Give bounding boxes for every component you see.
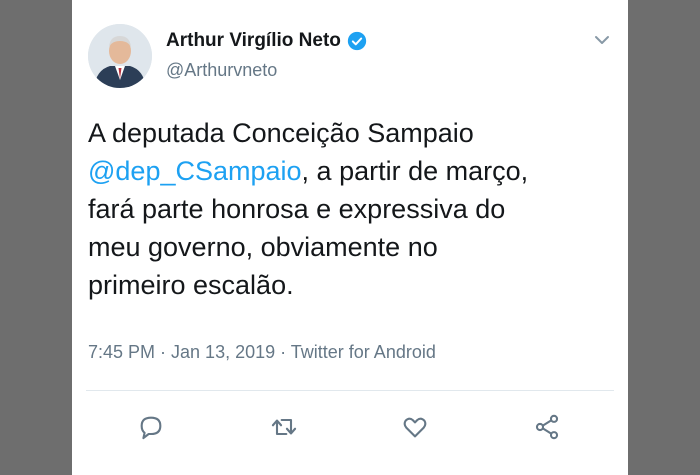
- tweet-line: meu governo, obviamente no: [88, 228, 618, 266]
- tweet-meta: 7:45 PM · Jan 13, 2019 · Twitter for And…: [88, 342, 436, 362]
- mention-link[interactable]: @dep_CSampaio: [88, 156, 302, 186]
- reply-icon: [140, 416, 162, 440]
- reply-button[interactable]: [134, 410, 168, 444]
- tweet-text-segment: fará parte honrosa e expressiva do: [88, 194, 506, 224]
- tweet-line: @dep_CSampaio, a partir de março,: [88, 152, 618, 190]
- tweet-text-segment: , a partir de março,: [301, 156, 529, 186]
- like-icon: [403, 417, 427, 438]
- tweet-text-segment: meu governo, obviamente no: [88, 232, 438, 262]
- tweet-line: fará parte honrosa e expressiva do: [88, 190, 618, 228]
- retweet-icon: [271, 418, 297, 436]
- share-button[interactable]: [530, 410, 564, 444]
- chevron-down-icon[interactable]: [592, 30, 612, 50]
- like-button[interactable]: [398, 410, 432, 444]
- author-row: Arthur Virgílio Neto: [166, 30, 367, 52]
- tweet-text: A deputada Conceição Sampaio @dep_CSampai…: [88, 114, 618, 304]
- action-bar: [72, 400, 628, 454]
- avatar[interactable]: [88, 24, 152, 88]
- retweet-button[interactable]: [267, 410, 301, 444]
- tweet-card: Arthur Virgílio Neto @Arthurvneto A depu…: [72, 0, 628, 475]
- author-name[interactable]: Arthur Virgílio Neto: [166, 30, 341, 52]
- tweet-text-segment: primeiro escalão.: [88, 270, 294, 300]
- tweet-line: A deputada Conceição Sampaio: [88, 114, 618, 152]
- tweet-text-segment: A deputada Conceição Sampaio: [88, 118, 474, 148]
- share-icon: [535, 414, 559, 440]
- tweet-line: primeiro escalão.: [88, 266, 618, 304]
- divider: [86, 390, 614, 391]
- author-handle[interactable]: @Arthurvneto: [166, 60, 277, 81]
- verified-badge-icon: [347, 31, 367, 51]
